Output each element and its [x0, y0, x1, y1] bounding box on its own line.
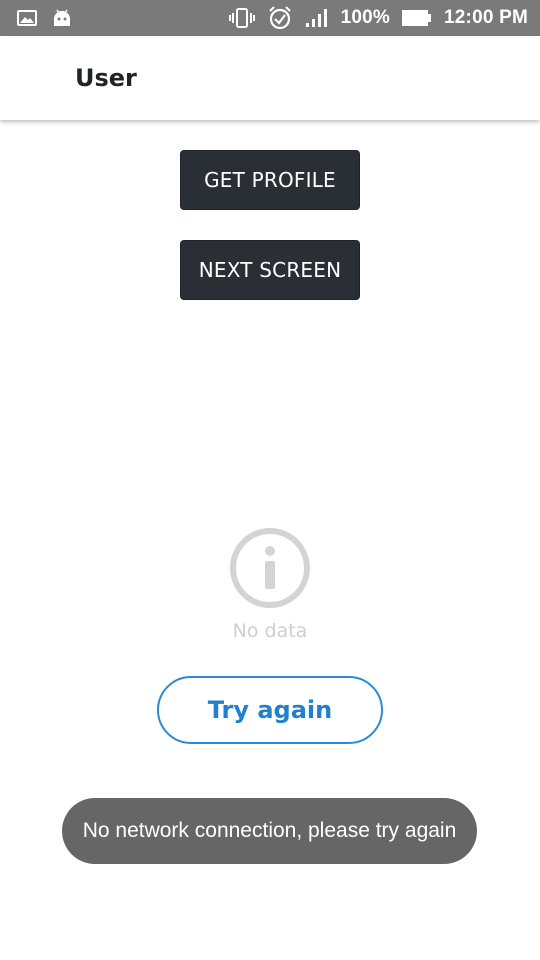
info-icon: [230, 528, 310, 608]
android-icon: [52, 8, 72, 28]
app-bar: User: [0, 36, 540, 120]
vibrate-icon: [228, 7, 255, 29]
battery-icon: [402, 9, 432, 27]
page-title: User: [75, 64, 137, 92]
status-bar: 100% 12:00 PM: [0, 0, 540, 36]
try-again-button[interactable]: Try again: [157, 676, 383, 744]
next-screen-button[interactable]: NEXT SCREEN: [180, 240, 360, 300]
status-time: 12:00 PM: [444, 7, 528, 28]
alarm-icon: [267, 5, 293, 31]
status-right: 100% 12:00 PM: [217, 5, 528, 31]
get-profile-button[interactable]: GET PROFILE: [180, 150, 360, 210]
image-icon: [16, 9, 38, 27]
battery-percent: 100%: [340, 7, 391, 28]
signal-icon: [305, 8, 329, 28]
no-data-message: No data: [232, 620, 308, 642]
toast-message: No network connection, please try again: [62, 798, 477, 864]
status-left: [16, 8, 86, 28]
